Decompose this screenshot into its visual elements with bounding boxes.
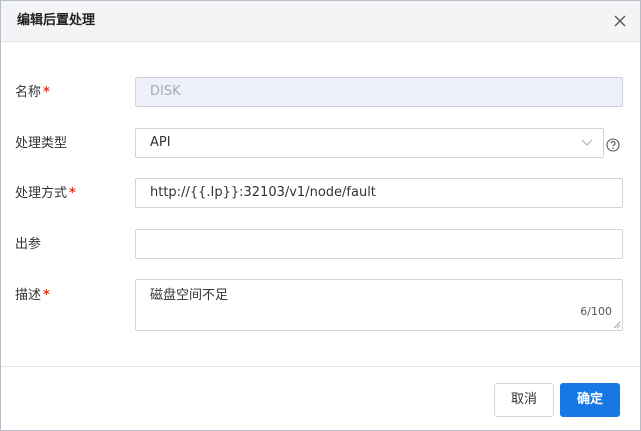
dialog-title: 编辑后置处理 — [17, 13, 96, 28]
close-icon — [614, 15, 626, 27]
confirm-button[interactable]: 确定 — [560, 383, 620, 417]
edit-post-processing-dialog: 编辑后置处理 名称 * DISK 处理类型 API 处理方式 * http://{{… — [0, 0, 641, 431]
method-label: 处理方式 * — [15, 186, 76, 202]
cancel-button[interactable]: 取消 — [494, 383, 554, 417]
dialog-header: 编辑后置处理 — [1, 1, 640, 42]
type-select-value: API — [150, 135, 171, 150]
type-label: 处理类型 — [15, 136, 67, 152]
method-label-text: 处理方式 — [15, 186, 68, 201]
close-button[interactable] — [610, 11, 630, 31]
output-label-text: 出参 — [15, 237, 42, 252]
dialog-footer: 取消 确定 — [1, 366, 640, 431]
name-label-text: 名称 — [15, 85, 42, 100]
output-input[interactable] — [135, 229, 623, 259]
required-mark: * — [43, 288, 50, 303]
resize-grip-icon[interactable] — [613, 321, 621, 329]
name-field[interactable]: DISK — [135, 77, 623, 107]
name-label: 名称 * — [15, 85, 50, 101]
type-select[interactable]: API — [135, 128, 604, 158]
type-label-text: 处理类型 — [15, 136, 68, 151]
description-textarea[interactable]: 磁盘空间不足 6/100 — [135, 279, 623, 331]
required-mark: * — [43, 85, 50, 100]
help-circle-icon[interactable] — [606, 138, 620, 152]
method-input[interactable]: http://{{.Ip}}:32103/v1/node/fault — [135, 178, 623, 208]
description-text: 磁盘空间不足 — [150, 288, 229, 303]
output-label: 出参 — [15, 237, 41, 253]
chevron-down-icon — [581, 139, 593, 146]
required-mark: * — [69, 186, 76, 201]
description-label-text: 描述 — [15, 288, 42, 303]
char-counter: 6/100 — [580, 305, 612, 318]
description-label: 描述 * — [15, 288, 50, 304]
